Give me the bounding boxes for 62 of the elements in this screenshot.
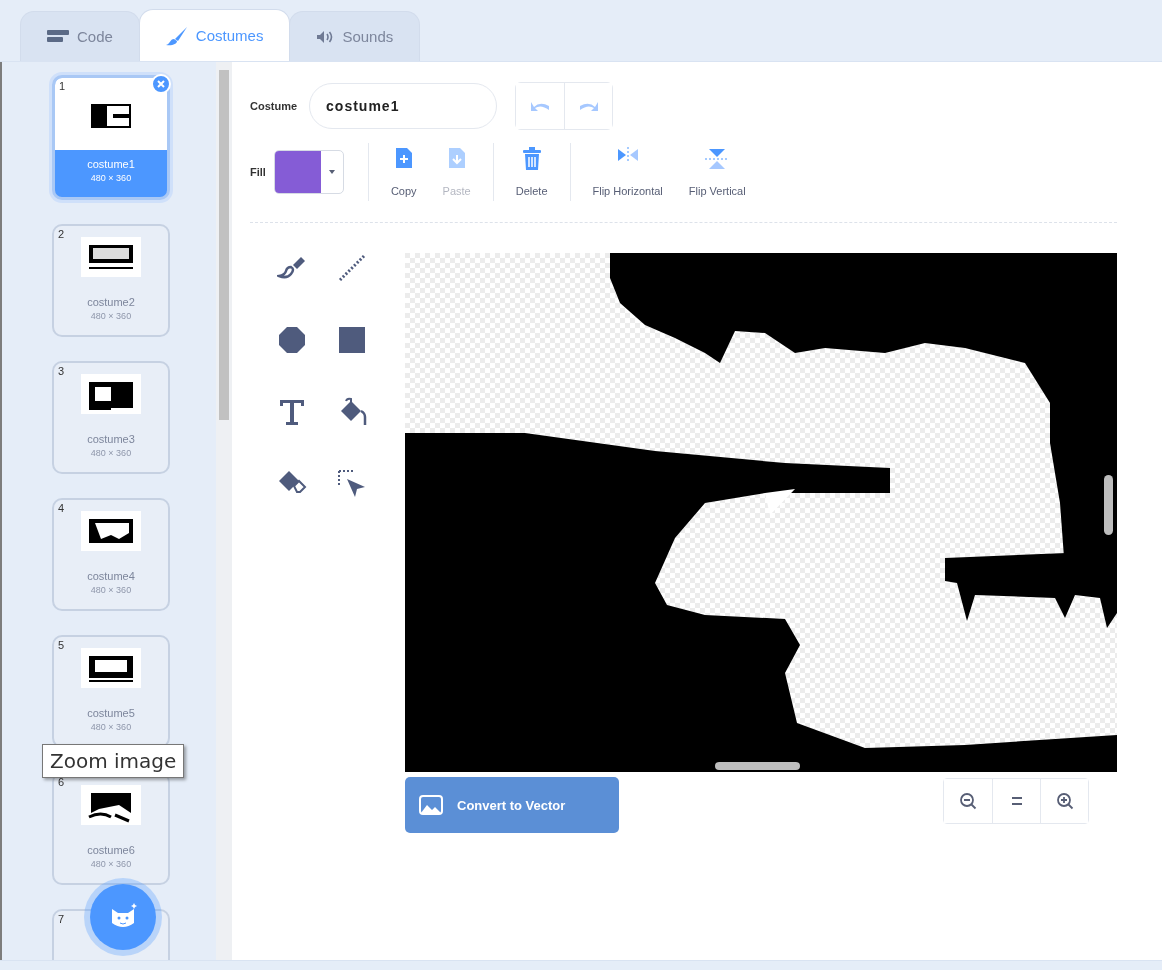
costume-thumbnail bbox=[81, 511, 141, 551]
copy-document-icon bbox=[394, 147, 413, 169]
costume-name: costume2 bbox=[87, 296, 135, 308]
fill-label: Fill bbox=[250, 166, 266, 178]
copy-button[interactable]: Copy bbox=[382, 147, 425, 197]
zoom-in-icon bbox=[1055, 792, 1074, 810]
speaker-icon bbox=[316, 29, 335, 44]
flip-horizontal-button[interactable]: Flip Horizontal bbox=[584, 147, 671, 197]
text-tool-icon[interactable] bbox=[277, 397, 307, 427]
select-tool-icon[interactable] bbox=[337, 469, 367, 499]
costume-number: 2 bbox=[58, 228, 65, 240]
costume-size: 480 × 360 bbox=[90, 722, 132, 732]
tooltip: Zoom image bbox=[42, 744, 185, 778]
costume-card[interactable]: 4 costume4 480 × 360 bbox=[52, 498, 170, 611]
costume-size: 480 × 360 bbox=[90, 448, 132, 458]
costume-card[interactable]: 2 costume2 480 × 360 bbox=[52, 224, 170, 337]
costume-number: 6 bbox=[58, 776, 65, 788]
code-blocks-icon bbox=[47, 29, 69, 44]
equals-icon bbox=[1010, 796, 1023, 806]
dropdown-caret-icon bbox=[328, 170, 335, 174]
trash-icon bbox=[521, 147, 542, 171]
fill-color-picker[interactable] bbox=[273, 150, 344, 194]
costume-size: 480 × 360 bbox=[90, 585, 132, 595]
costume-name: costume6 bbox=[87, 844, 135, 856]
costume-number: 1 bbox=[59, 80, 66, 92]
flip-vertical-button[interactable]: Flip Vertical bbox=[680, 147, 754, 197]
costume-name: costume3 bbox=[87, 433, 135, 445]
zoom-in-button[interactable] bbox=[1040, 779, 1088, 823]
scrollbar-thumb[interactable] bbox=[219, 70, 229, 420]
undo-icon bbox=[529, 100, 552, 112]
costume-name: costume1 bbox=[87, 158, 135, 170]
costume-card[interactable]: 3 costume3 480 × 360 bbox=[52, 361, 170, 474]
costume-label: Costume bbox=[250, 100, 298, 112]
costume-name-field[interactable]: costume1 bbox=[309, 83, 498, 129]
redo-icon bbox=[577, 100, 600, 112]
scrollbar-thumb[interactable] bbox=[715, 762, 800, 770]
scrollbar-thumb[interactable] bbox=[1104, 475, 1113, 535]
zoom-out-icon bbox=[959, 792, 977, 810]
costume-thumbnail bbox=[81, 648, 141, 688]
costume-thumbnail bbox=[81, 237, 141, 277]
paste-document-icon bbox=[447, 147, 466, 169]
costume-size: 480 × 360 bbox=[90, 311, 132, 321]
flip-horizontal-icon bbox=[615, 147, 640, 163]
delete-costume-icon[interactable] bbox=[151, 74, 171, 94]
costume-number: 7 bbox=[58, 913, 65, 925]
costume-thumbnail bbox=[81, 374, 141, 414]
costume-thumbnail bbox=[81, 785, 141, 825]
line-tool-icon[interactable] bbox=[337, 253, 367, 283]
costume-number: 3 bbox=[58, 365, 65, 377]
image-icon bbox=[419, 795, 443, 815]
costume-card[interactable]: 1 costume1 480 × 360 bbox=[52, 75, 170, 200]
delete-button[interactable]: Delete bbox=[507, 147, 556, 197]
costume-size: 480 × 360 bbox=[90, 859, 132, 869]
flip-vertical-icon bbox=[705, 147, 730, 171]
rectangle-tool-icon[interactable] bbox=[337, 325, 367, 355]
costume-name: costume5 bbox=[87, 707, 135, 719]
costume-number: 5 bbox=[58, 639, 65, 651]
costume-size: 480 × 360 bbox=[90, 173, 132, 183]
bitmap-canvas-drawing[interactable] bbox=[405, 253, 1117, 772]
costume-number: 4 bbox=[58, 502, 65, 514]
circle-tool-icon[interactable] bbox=[277, 325, 307, 355]
costume-name: costume4 bbox=[87, 570, 135, 582]
